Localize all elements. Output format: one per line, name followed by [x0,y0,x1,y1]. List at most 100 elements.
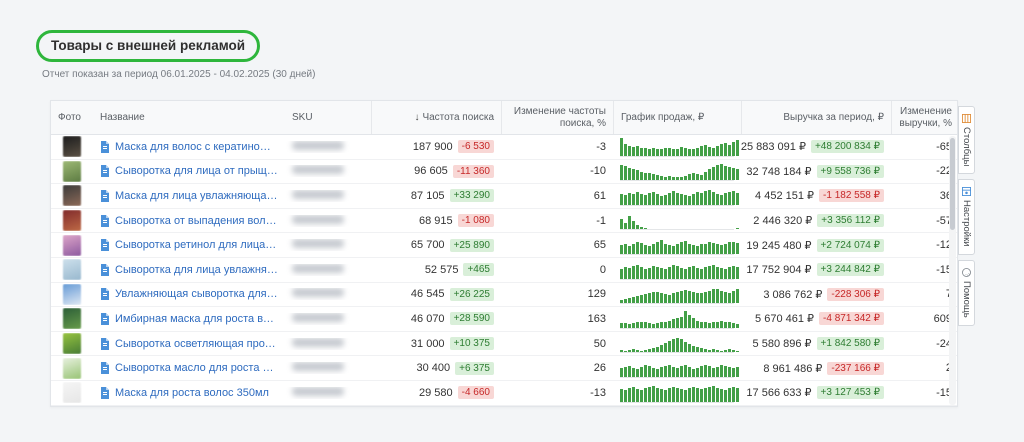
chart-bar [724,390,727,402]
chart-bar [696,388,699,401]
sales-bar-chart [620,236,734,255]
chart-bar [720,389,723,402]
side-tab-help[interactable]: ?Помощь [958,260,975,326]
photo-cell [51,235,93,256]
chart-bar [648,387,651,401]
table-row: Сыворотка осветляющая против пиг...31 00… [51,332,957,357]
column-header-frequency-change[interactable]: Изменение частоты поиска, % [501,101,613,134]
chart-bar [660,176,663,180]
revenue-cell: 17 752 904 ₽+3 244 842 ₽ [741,263,891,276]
chart-bar [668,321,671,328]
product-name-link[interactable]: Сыворотка осветляющая против пиг... [115,338,278,350]
product-name-link[interactable]: Сыворотка для лица от прыщей и ак... [115,165,278,177]
revenue-cell: 5 580 896 ₽+1 842 580 ₽ [741,337,891,350]
chart-bar [696,347,699,352]
column-header-frequency[interactable]: ↓ Частота поиска [371,101,501,134]
side-tab-settings[interactable]: Настройки [958,179,975,255]
product-name-link[interactable]: Маска для роста волос 350мл [115,387,269,399]
chart-bar [620,368,623,377]
vertical-scrollbar[interactable] [949,136,956,405]
document-icon [100,264,110,276]
product-name-link[interactable]: Сыворотка масло для роста ресниц и... [115,362,278,374]
chart-bar [640,367,643,377]
chart-bar [664,177,667,181]
chart-bar [636,170,639,180]
document-icon [100,313,110,325]
chart-bar [624,351,627,353]
product-photo [63,185,81,206]
chart-bar [644,388,647,401]
chart-bar [684,290,687,303]
chart-bar [636,146,639,155]
revenue-cell: 8 961 486 ₽-237 166 ₽ [741,362,891,375]
product-photo [63,161,81,182]
chart-bar [664,390,667,402]
chart-bar [680,177,683,181]
frequency-cell: 96 605-11 360 [371,165,501,178]
chart-bar [640,172,643,181]
revenue-value: 3 086 762 ₽ [763,288,822,301]
sales-bar-chart [620,384,734,403]
sales-bar-chart [620,359,734,378]
chart-bar [624,223,627,229]
column-header-photo[interactable]: Фото [51,112,93,124]
document-icon [100,338,110,350]
chart-bar [736,267,739,279]
product-name-link[interactable]: Увлажняющая сыворотка для волос ... [115,288,278,300]
name-cell: Сыворотка от выпадения волос CH6 ... [93,215,285,227]
chart-bar [696,148,699,156]
column-header-name[interactable]: Название [93,112,285,124]
document-icon [100,165,110,177]
page-title: Товары с внешней рекламой [51,38,245,53]
frequency-change-value: 129 [588,288,606,300]
chart-bar [632,387,635,401]
revenue-delta-badge: -237 166 ₽ [827,362,884,375]
products-table: Фото Название SKU ↓ Частота поиска Измен… [50,100,958,407]
frequency-change-cell: 163 [501,313,613,325]
product-name-link[interactable]: Маска для лица увлажняющая гидро... [115,190,278,202]
chart-bar [700,193,703,205]
column-header-revenue-change[interactable]: Изменение выручки, % [891,101,959,134]
chart-bar [712,289,715,303]
document-icon [100,288,110,300]
side-tab-columns[interactable]: Столбцы [958,106,975,174]
chart-bar [688,267,691,279]
chart-bar [636,192,639,205]
frequency-delta-badge: -4 660 [458,386,494,399]
chart-bar [672,177,675,180]
product-name-link[interactable]: Сыворотка от выпадения волос CH6 ... [115,215,278,227]
table-header: Фото Название SKU ↓ Частота поиска Измен… [51,101,957,135]
chart-bar [652,174,655,180]
column-header-sku[interactable]: SKU [285,112,371,124]
sales-bar-chart [620,138,734,157]
chart-bar [680,366,683,377]
chart-bar [708,266,711,279]
column-header-sales-chart[interactable]: График продаж, ₽ [613,101,741,134]
chart-bar [680,242,683,254]
frequency-value: 65 700 [411,239,445,251]
chart-bar [640,351,643,353]
column-header-revenue[interactable]: Выручка за период, ₽ [741,101,891,134]
sort-desc-icon[interactable]: ↓ [414,112,419,124]
revenue-cell: 2 446 320 ₽+3 356 112 ₽ [741,214,891,227]
chart-bar [696,174,699,180]
chart-bar [632,323,635,327]
chart-bar [648,323,651,327]
frequency-cell: 46 070+28 590 [371,312,501,325]
chart-bar [644,148,647,155]
product-photo [63,358,81,379]
chart-bar [696,246,699,254]
product-name-link[interactable]: Сыворотка для лица увлажняющая с ... [115,264,278,276]
frequency-delta-badge: -6 530 [458,140,494,153]
product-name-link[interactable]: Сыворотка ретинол для лица 30 мл [115,239,278,251]
photo-cell [51,308,93,329]
frequency-change-value: 65 [594,239,606,251]
chart-bar [624,367,627,377]
product-name-link[interactable]: Маска для волос с кератином увлаж... [115,141,278,153]
revenue-value: 19 245 480 ₽ [746,239,811,252]
chart-bar [720,268,723,278]
product-name-link[interactable]: Имбирная маска для роста волос [115,313,278,325]
chart-bar [656,242,659,254]
chart-bar [664,269,667,279]
vertical-scrollbar-thumb[interactable] [950,138,955,230]
